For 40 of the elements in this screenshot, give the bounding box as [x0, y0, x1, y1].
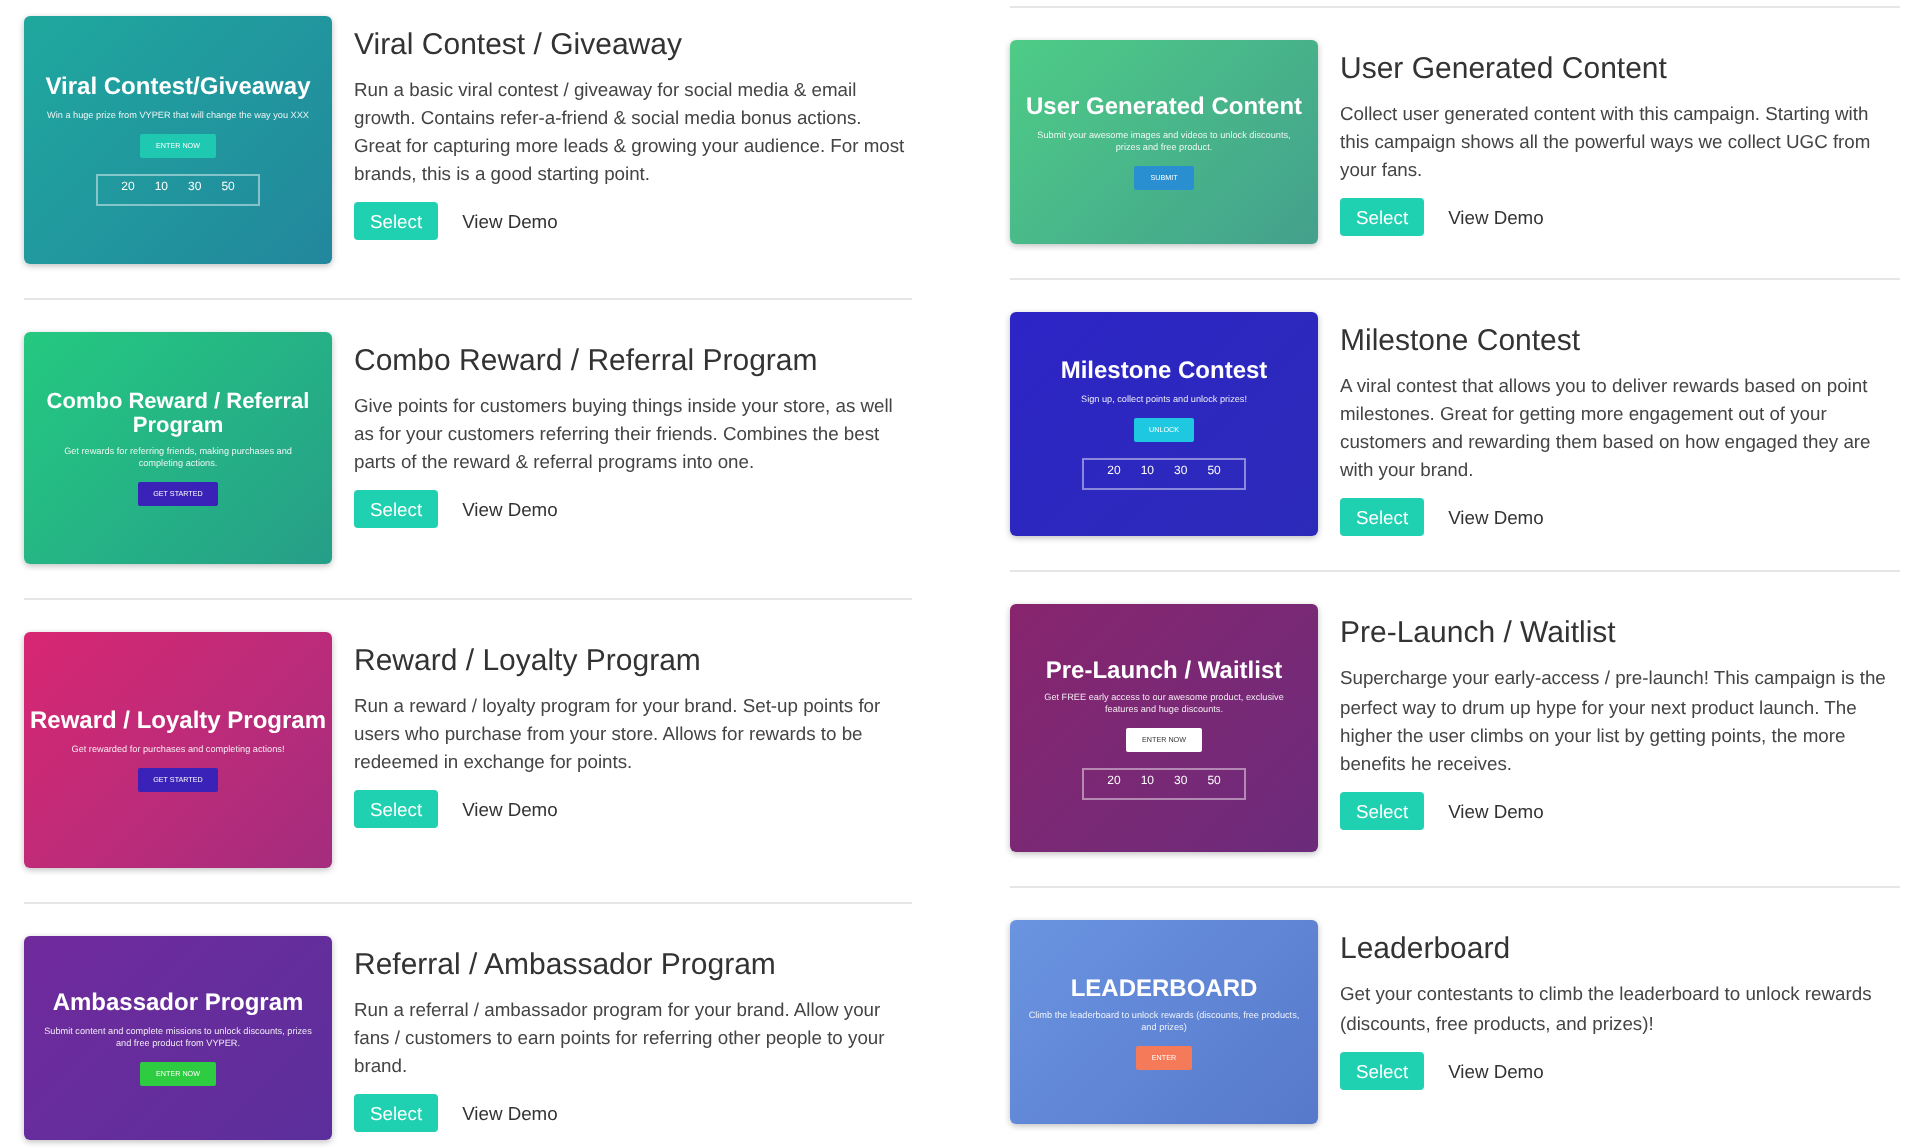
view-demo-link[interactable]: View Demo [1448, 1059, 1544, 1082]
preview-title: Pre-Launch / Waitlist [1045, 657, 1283, 685]
campaign-description: Get your contestants to climb the leaderboard to unlock rewards (discounts, free products, and prizes)! [1340, 980, 1874, 1038]
select-button[interactable]: Select [1340, 1051, 1425, 1090]
view-demo-link[interactable]: View Demo [462, 1102, 558, 1125]
campaign-title: Leaderboard [1340, 932, 1511, 967]
campaign-title: Pre-Launch / Waitlist [1340, 616, 1616, 651]
select-button[interactable]: Select [1340, 791, 1425, 830]
select-button[interactable]: Select [354, 790, 439, 829]
campaign-description: Collect user generated content with this campaign. Starting with this campaign shows all the powerful ways we collect UGC from your fans. [1340, 100, 1873, 185]
select-button[interactable]: Select [1340, 498, 1425, 537]
campaign-description: Run a referral / ambassador program for your brand. Allow your fans / customers to earn points for referring other people to your brand. [354, 996, 887, 1081]
view-demo-link[interactable]: View Demo [462, 498, 558, 521]
view-demo-link[interactable]: View Demo [1448, 799, 1544, 822]
view-demo-link[interactable]: View Demo [1448, 206, 1544, 229]
select-button[interactable]: Select [354, 1094, 439, 1133]
campaign-description: A viral contest that allows you to deliver rewards based on point milestones. Great for getting more engagement out of your customers and rewarding them based on how engaged they are with your brand. [1340, 372, 1873, 485]
campaign-title: Viral Contest / Giveaway [354, 28, 682, 62]
campaign-description: Give points for customers buying things inside your store, as well as for your customers referring their friends. Combines the best parts of the reward & referral programs into one. [354, 392, 895, 477]
campaign-description: Supercharge your early-access / pre-launch! This campaign is the perfect way to drum up hype for your next product launch. The higher the user climbs on your list by getting points, the more benefits he receives. [1340, 664, 1888, 778]
preview-title: User Generated Content [1025, 94, 1303, 122]
campaign-title: Referral / Ambassador Program [354, 948, 776, 982]
preview-title: Viral Contest/Giveaway [45, 74, 311, 102]
campaign-title: Reward / Loyalty Program [354, 644, 701, 678]
select-button[interactable]: Select [1340, 198, 1425, 237]
campaign-title: User Generated Content [1340, 52, 1667, 86]
view-demo-link[interactable]: View Demo [462, 798, 558, 821]
campaign-title: Combo Reward / Referral Program [354, 344, 818, 378]
campaign-description: Run a reward / loyalty program for your brand. Set-up points for users who purchase from your store. Allows for rewards to be redeemed in exchange for points. [354, 692, 883, 777]
select-button[interactable]: Select [354, 490, 439, 529]
campaign-title: Milestone Contest [1340, 324, 1581, 358]
select-button[interactable]: Select [354, 202, 439, 241]
view-demo-link[interactable]: View Demo [462, 210, 558, 233]
preview-title: Ambassador Program [52, 990, 304, 1018]
preview-title: Reward / Loyalty Program [29, 708, 327, 736]
preview-title: Combo Reward / Referral Program [44, 389, 312, 439]
campaign-description: Run a basic viral contest / giveaway for social media & email growth. Contains refer-a-friend & social media bonus actions. Great for capturing more leads & growing your audience. For most brands, this is a good starting point. [354, 76, 907, 189]
view-demo-link[interactable]: View Demo [1448, 506, 1544, 529]
preview-title: LEADERBOARD [1070, 975, 1258, 1003]
preview-title: Milestone Contest [1060, 358, 1268, 386]
